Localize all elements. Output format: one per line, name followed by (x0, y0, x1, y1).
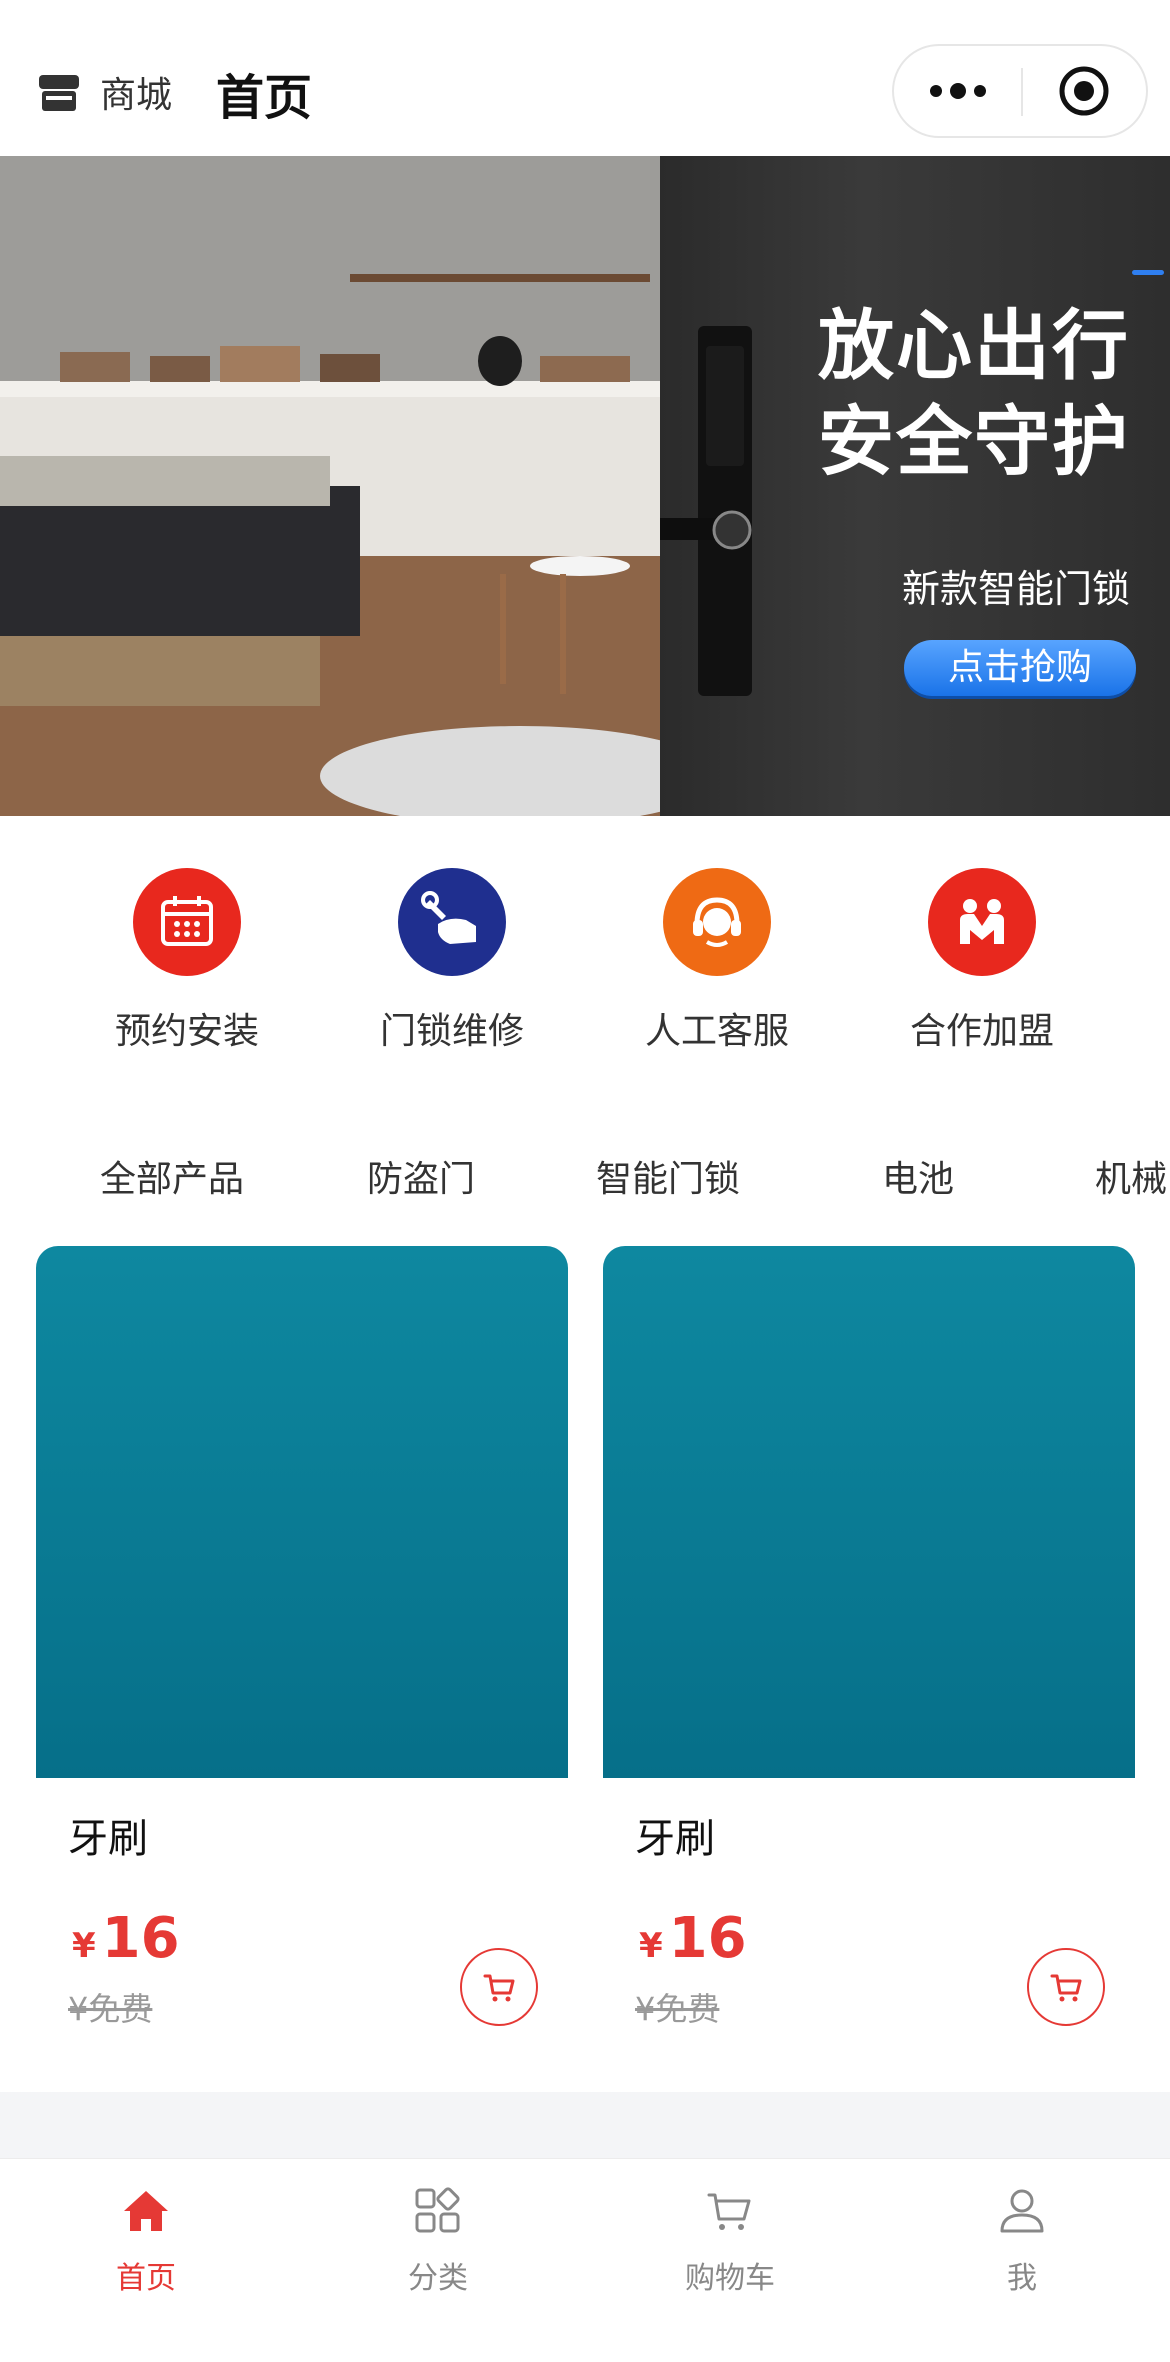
service-support[interactable]: 人工客服 (597, 868, 837, 1058)
category-tab[interactable]: 防盗门 (367, 1150, 475, 1202)
product-name: 牙刷 (68, 1816, 148, 1862)
more-dots-icon[interactable] (894, 46, 1022, 136)
banner-headline-2: 安全守护 (818, 397, 1130, 486)
price-currency: ¥ (639, 1926, 663, 1966)
service-label: 合作加盟 (909, 1011, 1054, 1052)
product-image[interactable] (603, 1246, 1135, 1778)
banner-buy-button[interactable]: 点击抢购 (904, 640, 1136, 696)
price-value: 16 (101, 1906, 180, 1971)
tab-label: 首页 (116, 2261, 176, 2296)
navigation-header: 商城 首页 (0, 0, 1170, 156)
service-label: 门锁维修 (379, 1011, 524, 1052)
service-label: 人工客服 (644, 1011, 789, 1052)
user-icon (1000, 2189, 1044, 2233)
add-to-cart-button[interactable] (460, 1948, 538, 2026)
tab-category[interactable]: 分类 (292, 2159, 584, 2362)
store-icon (39, 75, 79, 111)
product-price: ¥16 (639, 1906, 747, 1971)
calendar-icon (133, 868, 241, 976)
banner-subtitle: 新款智能门锁 (902, 567, 1131, 611)
service-partner[interactable]: 合作加盟 (862, 868, 1102, 1058)
tab-label: 购物车 (685, 2261, 775, 2296)
cart-icon (707, 2193, 751, 2230)
cart-icon (483, 1974, 515, 2002)
banner-headline-1: 放心出行 (818, 301, 1130, 390)
section-divider (0, 2092, 1170, 2158)
price-value: 16 (668, 1906, 747, 1971)
product-card[interactable]: 牙刷 ¥16 ¥免费 (603, 1246, 1135, 2076)
product-original-price: ¥免费 (635, 1990, 720, 2028)
cart-icon (1050, 1974, 1082, 2002)
wrench-hand-icon (398, 868, 506, 976)
product-image[interactable] (36, 1246, 568, 1778)
partnership-icon (928, 868, 1036, 976)
product-name: 牙刷 (635, 1816, 715, 1862)
add-to-cart-button[interactable] (1027, 1948, 1105, 2026)
target-icon[interactable] (1022, 46, 1146, 136)
service-label: 预约安装 (114, 1011, 259, 1052)
category-tab[interactable]: 机械 (1095, 1150, 1167, 1202)
tab-cart[interactable]: 购物车 (584, 2159, 876, 2362)
tab-me[interactable]: 我 (876, 2159, 1168, 2362)
product-price: ¥16 (72, 1906, 180, 1971)
product-original-price: ¥免费 (68, 1990, 153, 2028)
price-currency: ¥ (72, 1926, 96, 1966)
category-tabs: 全部产品 防盗门 智能门锁 电池 机械 (0, 1120, 1170, 1220)
bottom-tab-bar: 首页 分类 购物车 我 (0, 2158, 1170, 2362)
banner-room-image (0, 156, 720, 816)
banner-indicator (1132, 270, 1164, 275)
category-icon (415, 2187, 460, 2233)
promo-banner[interactable]: 放心出行 安全守护 新款智能门锁 点击抢购 (0, 156, 1170, 816)
service-install[interactable]: 预约安装 (67, 868, 307, 1058)
category-tab[interactable]: 电池 (882, 1150, 954, 1202)
store-label[interactable]: 商城 (100, 66, 172, 118)
service-grid: 预约安装 门锁维修 人工客服 合作加盟 (0, 816, 1170, 1066)
headset-agent-icon (663, 868, 771, 976)
mini-program-capsule (892, 44, 1148, 138)
tab-label: 分类 (408, 2261, 468, 2296)
category-tab[interactable]: 智能门锁 (596, 1150, 740, 1202)
category-tab[interactable]: 全部产品 (100, 1150, 244, 1202)
home-icon (124, 2191, 168, 2231)
tab-home[interactable]: 首页 (0, 2159, 292, 2362)
page-title: 首页 (216, 70, 313, 126)
service-repair[interactable]: 门锁维修 (332, 868, 572, 1058)
product-card[interactable]: 牙刷 ¥16 ¥免费 (36, 1246, 568, 2076)
tab-label: 我 (1007, 2261, 1037, 2296)
